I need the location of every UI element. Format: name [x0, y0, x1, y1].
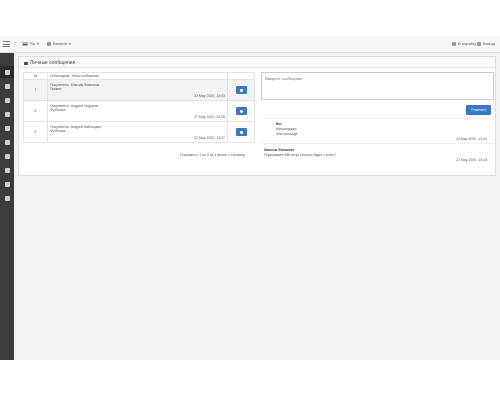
language-selector[interactable]: Ru — [22, 41, 40, 46]
sidebar — [0, 36, 14, 360]
topbar: Ru Валюта В корзину Выход — [0, 36, 500, 53]
open-message-button[interactable] — [236, 128, 247, 136]
envelope-icon — [24, 61, 28, 65]
currency-selector[interactable]: Валюта — [47, 41, 72, 46]
panel-header: Личные сообщения — [19, 57, 495, 68]
envelope-icon — [4, 69, 10, 75]
cart-icon — [4, 139, 10, 145]
row-subject: Покупатель: Максим Фамилия Привет 22 May… — [47, 79, 228, 101]
row-action — [227, 121, 255, 143]
open-icon — [240, 130, 243, 134]
user-icon — [4, 153, 10, 159]
row-topic: Футболка — [50, 108, 66, 112]
message-date: 22 May 2020, 13:43 — [456, 158, 487, 162]
row-subject: Покупатель: Андрей Сидоров Футболка 27 M… — [47, 100, 228, 122]
currency-icon — [47, 41, 51, 46]
message-input[interactable] — [261, 72, 494, 100]
row-date: 22 May 2020, 13:27 — [194, 136, 225, 140]
sidebar-item-7[interactable] — [0, 150, 14, 162]
row-action — [227, 79, 255, 101]
row-date: 27 May 2020, 20:55 — [194, 115, 225, 119]
message-date: 22 May 2020, 13:44 — [456, 137, 487, 141]
table-row[interactable]: 7 Покупатель: Максим Фамилия Привет 22 M… — [23, 79, 255, 101]
divider — [261, 143, 494, 144]
logout-icon — [477, 41, 481, 46]
chart-icon — [4, 181, 10, 187]
share-icon — [4, 167, 10, 173]
divider — [261, 118, 494, 119]
desktop-icon — [4, 111, 10, 117]
sidebar-item-4[interactable] — [0, 108, 14, 120]
row-topic: Футболка — [50, 129, 66, 133]
row-subject: Покупатель: Андрей Кабоходин Футболка 22… — [47, 121, 228, 143]
column-header-action — [227, 72, 255, 80]
open-icon — [240, 88, 243, 92]
sidebar-item-messages[interactable] — [0, 66, 14, 78]
sidebar-item-9[interactable] — [0, 178, 14, 190]
row-number: 5 — [23, 121, 48, 143]
sidebar-item-8[interactable] — [0, 164, 14, 176]
cart-link[interactable]: В корзину — [452, 41, 476, 46]
table-row[interactable]: 6 Покупатель: Андрей Сидоров Футболка 27… — [23, 100, 255, 122]
table-row[interactable]: 5 Покупатель: Андрей Кабоходин Футболка … — [23, 121, 255, 143]
message-text: Подскажите 880 штук сколько будет стоить… — [264, 153, 337, 157]
chevron-down-icon — [69, 42, 72, 45]
sidebar-item-2[interactable] — [0, 80, 14, 92]
page-title: Личные сообщения — [24, 60, 75, 66]
message-text: Мессенджер — [276, 127, 297, 131]
open-icon — [240, 109, 243, 113]
open-message-button[interactable] — [236, 107, 247, 115]
pagination-info: Показано с 1 по 3 из 3 (всего 1 страниц) — [180, 153, 246, 157]
message-author: Максим Фамилия — [264, 148, 295, 152]
message-text: new message — [276, 132, 298, 136]
row-topic: Привет — [50, 87, 62, 91]
open-message-button[interactable] — [236, 86, 247, 94]
column-header-number: № — [23, 72, 48, 80]
logout-link[interactable]: Выход — [477, 41, 495, 46]
puzzle-icon — [4, 97, 10, 103]
message-author: Вы — [276, 122, 282, 126]
cart-icon — [452, 41, 456, 46]
russian-flag-icon — [22, 41, 28, 46]
sidebar-item-3[interactable] — [0, 94, 14, 106]
tag-icon — [4, 83, 10, 89]
copy-icon — [4, 195, 10, 201]
sidebar-item-10[interactable] — [0, 192, 14, 204]
row-date: 22 May 2020, 13:43 — [194, 94, 225, 98]
cog-icon — [4, 125, 10, 131]
sidebar-item-5[interactable] — [0, 122, 14, 134]
menu-toggle-icon[interactable] — [3, 41, 10, 47]
sidebar-item-6[interactable] — [0, 136, 14, 148]
send-button[interactable]: Отметить — [466, 105, 491, 115]
row-action — [227, 100, 255, 122]
chevron-down-icon — [37, 42, 40, 45]
messages-table: № Собеседник, Тема сообщения 7 Покупател… — [23, 72, 255, 143]
row-number: 6 — [23, 100, 48, 122]
column-header-subject: Собеседник, Тема сообщения — [47, 72, 228, 80]
row-number: 7 — [23, 79, 48, 101]
